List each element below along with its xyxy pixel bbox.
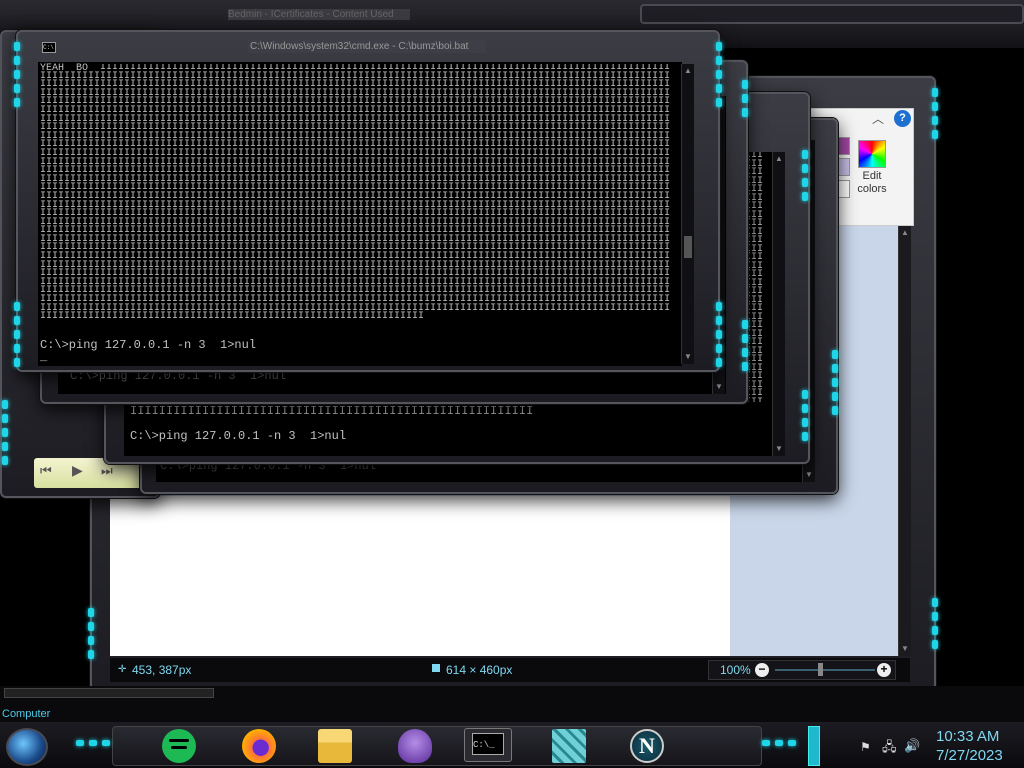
cmd1-fill-lines: IIIIIIIIIIIIIIIIIIIIIIIIIIIIIIIIIIIIIIII… (40, 64, 671, 323)
clock-time[interactable]: 10:33 AM (936, 728, 999, 745)
left-cyan-rail (2, 400, 8, 465)
cmd3-cyan-rail (802, 150, 808, 201)
cmd1-cyan-rail-left-lower (14, 302, 20, 367)
edit-colors-button[interactable]: Edit colors (852, 136, 892, 202)
bonzi-buddy-icon[interactable] (398, 729, 432, 763)
spotify-icon[interactable] (162, 729, 196, 763)
cmd3-scrollbar[interactable]: ▲ ▼ (772, 152, 785, 456)
netscape-icon[interactable]: N (630, 729, 664, 763)
explorer-status-label: Computer (2, 708, 51, 720)
zoom-slider[interactable] (775, 669, 875, 671)
cmd1-scroll-up-icon[interactable]: ▲ (683, 66, 693, 76)
cmd1-cyan-rail-right (716, 42, 722, 107)
start-orb-icon[interactable] (6, 728, 48, 766)
canvas-size-icon (432, 664, 440, 672)
cmd4-scroll-down-icon[interactable]: ▼ (804, 470, 814, 480)
show-desktop-button[interactable] (808, 726, 820, 766)
zoom-slider-thumb[interactable] (818, 663, 823, 676)
clock-date[interactable]: 7/27/2023 (936, 747, 1003, 764)
ribbon-collapse-chevron-icon[interactable]: ︿ (872, 110, 884, 127)
background-window-corner (640, 4, 1024, 24)
paint-canvas[interactable] (110, 496, 730, 656)
taskbar-cyan-rail-right (762, 740, 796, 746)
netscape-letter: N (639, 733, 655, 758)
taskbar-dock (112, 726, 762, 766)
taskbar-cyan-rail-left (76, 740, 110, 746)
scroll-down-icon[interactable]: ▼ (900, 644, 910, 654)
file-explorer-icon[interactable] (318, 729, 352, 763)
paint-cyan-rail-right (932, 88, 938, 139)
cmd-icon: C:\_ (472, 733, 504, 755)
paint-vertical-scrollbar[interactable]: ▲ ▼ (898, 226, 911, 656)
zoom-in-button[interactable]: + (877, 663, 891, 677)
cmd2-scroll-down-icon[interactable]: ▼ (714, 382, 724, 392)
cmd3-prompt: C:\>ping 127.0.0.1 -n 3 1>nul (130, 429, 347, 443)
cmd1-cursor: _ (40, 350, 48, 364)
scroll-up-icon[interactable]: ▲ (900, 228, 910, 238)
edit-colors-label: Edit colors (857, 170, 887, 195)
cmd2-cyan-rail (742, 80, 748, 117)
cmd1-prompt: C:\>ping 127.0.0.1 -n 3 1>nul (40, 338, 257, 352)
paint-cyan-rail-right-bottom (932, 598, 938, 649)
cursor-position-icon: ✛ (118, 664, 127, 675)
canvas-size: 614 × 460px (446, 663, 513, 677)
cmd1-cyan-rail-right-lower (716, 302, 722, 367)
horizontal-scrollbar[interactable] (4, 688, 214, 698)
cmd1-scroll-down-icon[interactable]: ▼ (683, 352, 693, 362)
next-track-icon[interactable]: ⏭ (101, 463, 113, 479)
cmd2-cyan-rail-lower (742, 320, 748, 371)
cmd-icon-glyph: C:\_ (473, 740, 495, 750)
play-icon[interactable]: ▶ (72, 462, 83, 479)
cmd3-fill-line: IIIIIIIIIIIIIIIIIIIIIIIIIIIIIIIIIIIIIIII… (130, 404, 534, 418)
help-question-icon[interactable]: ? (894, 110, 911, 127)
network-icon[interactable]: 🖧 (882, 738, 898, 754)
cmd1-scrollbar[interactable]: ▲ ▼ (681, 64, 694, 364)
cursor-position: 453, 387px (132, 663, 192, 677)
cmd3-scroll-up-icon[interactable]: ▲ (774, 154, 784, 164)
cmd3-scroll-down-icon[interactable]: ▼ (774, 444, 784, 454)
previous-track-icon[interactable]: ⏮ (40, 463, 52, 479)
zoom-level: 100% (720, 663, 751, 677)
blocks-icon[interactable] (552, 729, 586, 763)
rainbow-palette-icon (858, 140, 886, 168)
cmd3-side-text: III III III III III III III III III III … (745, 152, 764, 402)
cmd1-window-icon[interactable]: C:\ (42, 42, 56, 53)
paint-title: Bedmin - ICertificates - Content Used (228, 9, 410, 20)
firefox-icon[interactable] (242, 729, 276, 763)
cmd4-cyan-rail (832, 350, 838, 415)
cmd3-cyan-rail-lower (802, 390, 808, 441)
cmd1-title: C:\Windows\system32\cmd.exe - C:\bumz\bo… (248, 40, 486, 53)
cmd1-scroll-thumb[interactable] (684, 236, 692, 258)
volume-icon[interactable]: 🔊 (904, 738, 920, 754)
cmd1-cyan-rail-left (14, 42, 20, 107)
paint-cyan-rail-left (88, 608, 94, 659)
zoom-out-button[interactable]: − (755, 663, 769, 677)
action-center-flag-icon[interactable]: ⚑ (860, 740, 874, 754)
